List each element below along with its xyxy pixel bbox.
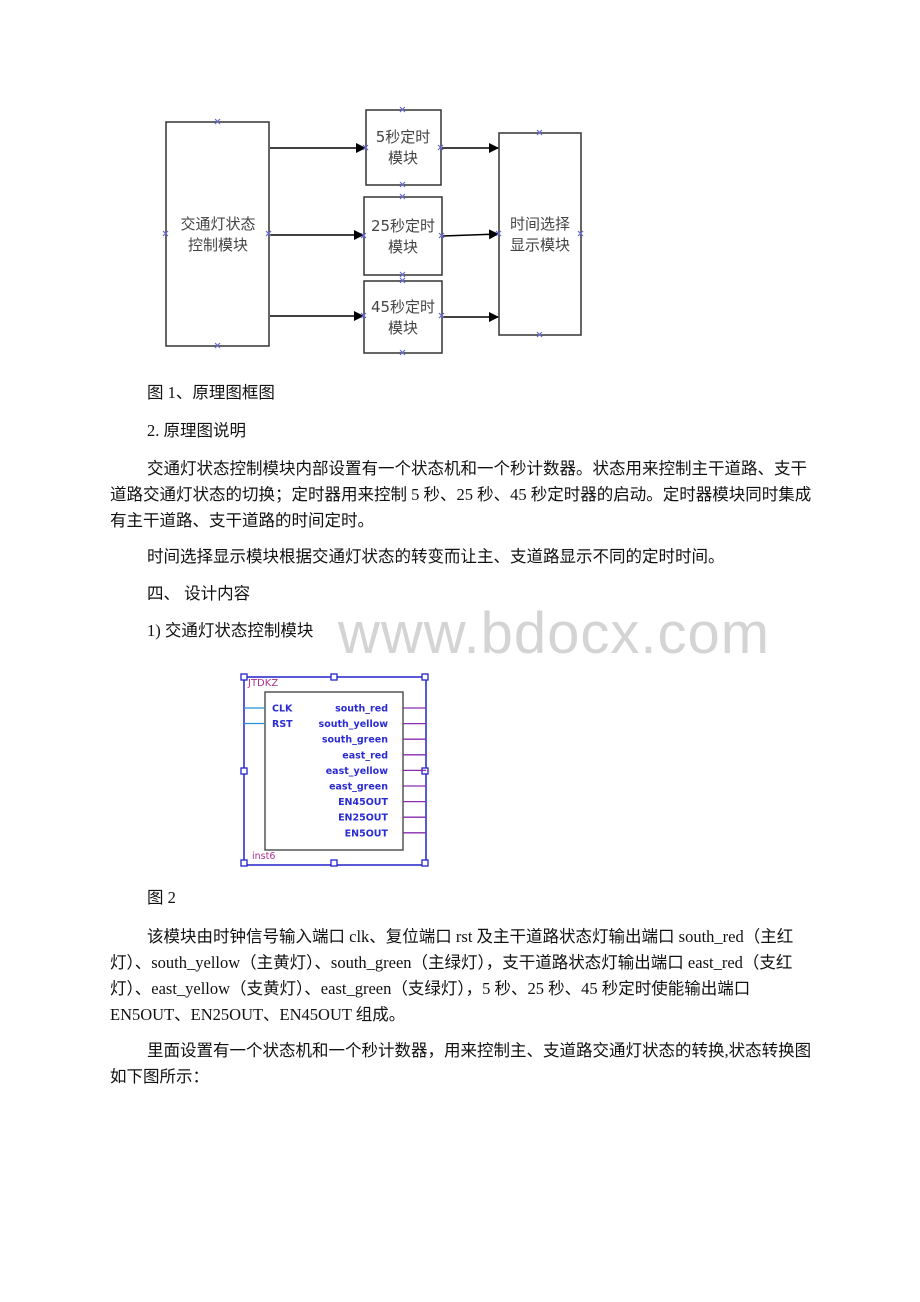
output-port-east-yellow: east_yellow bbox=[326, 766, 388, 777]
subsection-1-heading: 1) 交通灯状态控制模块 bbox=[147, 621, 314, 640]
paragraph-2: 时间选择显示模块根据交通灯状态的转变而让主、支道路显示不同的定时时间。 bbox=[147, 547, 725, 566]
module-name: JTDKZ bbox=[247, 678, 278, 689]
timer45-label-1: 45秒定时 bbox=[371, 298, 435, 316]
display-module-block: 时间选择 显示模块 bbox=[498, 132, 582, 336]
section-2-heading: 2. 原理图说明 bbox=[147, 421, 246, 440]
output-port-en5out: EN5OUT bbox=[345, 828, 389, 839]
paragraph-1: 交通灯状态控制模块内部设置有一个状态机和一个秒计数器。状态用来控制主干道路、支干… bbox=[110, 459, 812, 530]
control-module-block: 交通灯状态 控制模块 bbox=[165, 121, 270, 347]
output-port-en25out: EN25OUT bbox=[338, 813, 388, 824]
input-port-rst: RST bbox=[272, 719, 293, 730]
timer5-label-2: 模块 bbox=[388, 149, 418, 167]
arrow-timer25-to-display bbox=[442, 229, 499, 240]
figure-2-caption: 图 2 bbox=[147, 888, 176, 907]
output-port-en45out: EN45OUT bbox=[338, 797, 388, 808]
timer-45s-block: 45秒定时 模块 bbox=[363, 280, 443, 354]
block-diagram-figure-1: 交通灯状态 控制模块 5秒定时 模块 25秒定时 模块 45秒定时 模块 时间选… bbox=[162, 106, 584, 356]
timer45-label-2: 模块 bbox=[388, 319, 418, 337]
output-port-south-yellow: south_yellow bbox=[319, 719, 389, 730]
timer25-label-1: 25秒定时 bbox=[371, 217, 435, 235]
timer25-label-2: 模块 bbox=[388, 238, 418, 256]
figure-1-caption: 图 1、原理图框图 bbox=[147, 383, 275, 402]
section-4-heading: 四、 设计内容 bbox=[147, 584, 251, 603]
display-block-label-2: 显示模块 bbox=[510, 236, 570, 254]
input-port-clk: CLK bbox=[272, 704, 293, 715]
display-block-label-1: 时间选择 bbox=[510, 215, 570, 233]
output-port-south-green: south_green bbox=[322, 735, 388, 746]
paragraph-4: 里面设置有一个状态机和一个秒计数器，用来控制主、支道路交通灯状态的转换,状态转换… bbox=[110, 1041, 812, 1086]
instance-name: inst6 bbox=[252, 851, 275, 862]
output-port-east-red: east_red bbox=[342, 750, 388, 761]
schematic-symbol-figure-2: JTDKZ inst6 CLK RST south_red south_yellow… bbox=[240, 673, 429, 867]
paragraph-3: 该模块由时钟信号输入端口 clk、复位端口 rst 及主干道路状态灯输出端口 s… bbox=[110, 927, 794, 1024]
timer5-label-1: 5秒定时 bbox=[376, 128, 431, 146]
timer-5s-block: 5秒定时 模块 bbox=[365, 109, 442, 186]
output-port-east-green: east_green bbox=[329, 782, 388, 793]
output-port-south-red: south_red bbox=[335, 704, 388, 715]
control-block-label-2: 控制模块 bbox=[188, 236, 248, 254]
control-block-label-1: 交通灯状态 bbox=[180, 215, 255, 233]
timer-25s-block: 25秒定时 模块 bbox=[363, 196, 443, 276]
